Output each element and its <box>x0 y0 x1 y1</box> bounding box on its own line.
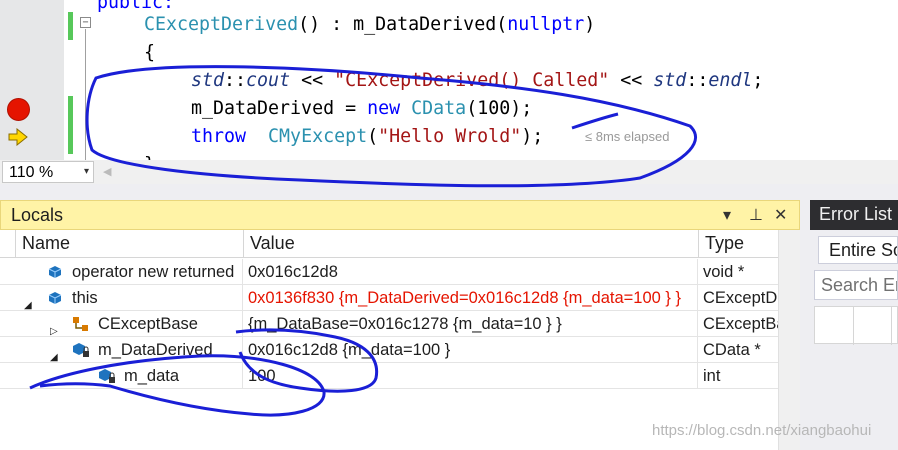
scope-operator: :: <box>686 70 709 91</box>
outline-guide <box>85 29 86 160</box>
variable-name: m_data <box>124 367 180 385</box>
semicolon: ; <box>752 70 764 91</box>
close-icon[interactable]: ✕ <box>774 205 787 224</box>
variable-value[interactable]: 0x016c12d8 <box>244 259 698 285</box>
collapse-icon[interactable]: − <box>80 17 91 28</box>
panel-splitter[interactable] <box>0 184 898 200</box>
namespace-std: std <box>653 70 687 91</box>
variable-type: CData * <box>703 341 761 359</box>
base-class-icon <box>73 317 88 331</box>
expand-arrow-icon[interactable]: ▷ <box>50 319 58 337</box>
zoom-level: 110 % <box>9 164 54 181</box>
vertical-scrollbar[interactable] <box>778 230 800 450</box>
window-menu-icon[interactable]: ▾ <box>723 205 731 224</box>
variable-value[interactable]: 0x0136f830 {m_DataDerived=0x016c12d8 {m_… <box>244 285 698 311</box>
variable-name: operator new returned <box>72 263 235 281</box>
stream-operator: << <box>290 70 335 91</box>
identifier-cout: cout <box>246 70 291 91</box>
locals-window: Locals ▾ ⊥ ✕ Name Value Type operator ne… <box>0 200 800 450</box>
variable-value[interactable]: 100 <box>244 363 698 389</box>
change-tracking-bar <box>68 96 73 154</box>
perf-tip[interactable]: ≤ 8ms elapsed <box>585 129 669 144</box>
panel-title: Locals <box>11 205 64 225</box>
assignment-text: m_DataDerived = <box>191 98 368 119</box>
change-tracking-bar <box>68 12 73 40</box>
code-line[interactable]: CExceptDerived() : m_DataDerived(nullptr… <box>144 11 595 39</box>
variable-type: CExceptDerived * <box>703 289 778 307</box>
search-placeholder: Search Error List <box>821 275 897 295</box>
type-name: CData <box>411 98 467 119</box>
object-icon <box>48 292 62 304</box>
code-line-current[interactable]: throw CMyExcept("Hello Wrold"); <box>191 123 543 151</box>
scroll-left-icon[interactable]: ◀ <box>103 165 111 178</box>
code-editor[interactable]: − public: CExceptDerived() : m_DataDeriv… <box>0 0 898 160</box>
string-literal: "CExceptDerived() Called" <box>334 70 610 91</box>
search-input[interactable]: Search Error List <box>814 270 898 300</box>
keyword-new: new <box>367 98 401 119</box>
variable-type: CExceptBase <box>703 315 778 333</box>
expand-arrow-icon[interactable]: ◢ <box>50 345 58 363</box>
object-icon <box>48 266 62 278</box>
constructor-name: CExceptDerived <box>144 14 299 35</box>
instruction-pointer-icon <box>8 128 28 146</box>
locals-title-bar[interactable]: Locals ▾ ⊥ ✕ <box>0 200 800 230</box>
error-list-title-bar[interactable]: Error List <box>810 200 898 230</box>
code-line[interactable]: m_DataDerived = new CData(100); <box>191 95 532 123</box>
variable-name: CExceptBase <box>98 315 198 333</box>
keyword-nullptr: nullptr <box>507 14 585 35</box>
code-line[interactable]: { <box>144 39 155 67</box>
string-literal: "Hello Wrold" <box>378 126 522 147</box>
code-line[interactable]: } <box>144 151 155 160</box>
keyword-throw: throw <box>191 126 247 147</box>
column-header-value[interactable]: Value <box>244 230 699 258</box>
table-row[interactable]: ▷ CExceptBase {m_DataBase=0x016c1278 {m_… <box>0 311 778 337</box>
table-row[interactable]: ◢ m_DataDerived 0x016c12d8 {m_data=100 }… <box>0 337 778 363</box>
type-name: CMyExcept <box>268 126 368 147</box>
watermark: https://blog.csdn.net/xiangbaohui <box>652 422 872 439</box>
expand-arrow-icon[interactable]: ◢ <box>24 293 32 311</box>
private-field-icon <box>73 343 89 357</box>
table-row[interactable]: m_data 100 int <box>0 363 778 389</box>
scope-value: Entire Solution <box>829 240 897 260</box>
pin-icon[interactable]: ⊥ <box>749 205 763 224</box>
identifier-endl: endl <box>708 70 753 91</box>
variable-value[interactable]: {m_DataBase=0x016c1278 {m_data=10 } } <box>244 311 698 337</box>
scope-operator: :: <box>224 70 247 91</box>
scope-dropdown[interactable]: Entire Solution <box>818 236 898 264</box>
panel-title: Error List <box>819 204 893 224</box>
namespace-std: std <box>191 70 225 91</box>
code-text: ); <box>521 126 544 147</box>
private-field-icon <box>99 369 115 383</box>
code-text: () : <box>298 14 354 35</box>
error-list-window: Error List Entire Solution Search Error … <box>800 200 898 450</box>
variable-type: void * <box>703 263 745 281</box>
code-line[interactable]: std::cout << "CExceptDerived() Called" <… <box>191 67 763 95</box>
zoom-dropdown[interactable]: 110 % ▾ <box>2 161 94 183</box>
column-header-name[interactable]: Name <box>16 230 244 258</box>
table-row[interactable]: ◢ this 0x0136f830 {m_DataDerived=0x016c1… <box>0 285 778 311</box>
variable-name: this <box>72 289 98 307</box>
breakpoint-icon[interactable] <box>7 98 30 121</box>
code-text: (100); <box>466 98 533 119</box>
variable-value[interactable]: 0x016c12d8 {m_data=100 } <box>244 337 698 363</box>
variable-type: int <box>703 367 721 385</box>
open-brace: { <box>144 42 156 63</box>
editor-status-strip: 110 % ▾ ◀ <box>0 160 898 184</box>
member-name: m_DataDerived <box>353 14 497 35</box>
chevron-down-icon: ▾ <box>83 166 89 177</box>
table-row[interactable]: operator new returned 0x016c12d8 void * <box>0 259 778 285</box>
variable-name: m_DataDerived <box>98 341 213 359</box>
code-text: ) <box>584 14 596 35</box>
error-list-grid[interactable] <box>814 306 898 345</box>
stream-operator: << <box>609 70 654 91</box>
column-header-type[interactable]: Type <box>699 230 778 258</box>
